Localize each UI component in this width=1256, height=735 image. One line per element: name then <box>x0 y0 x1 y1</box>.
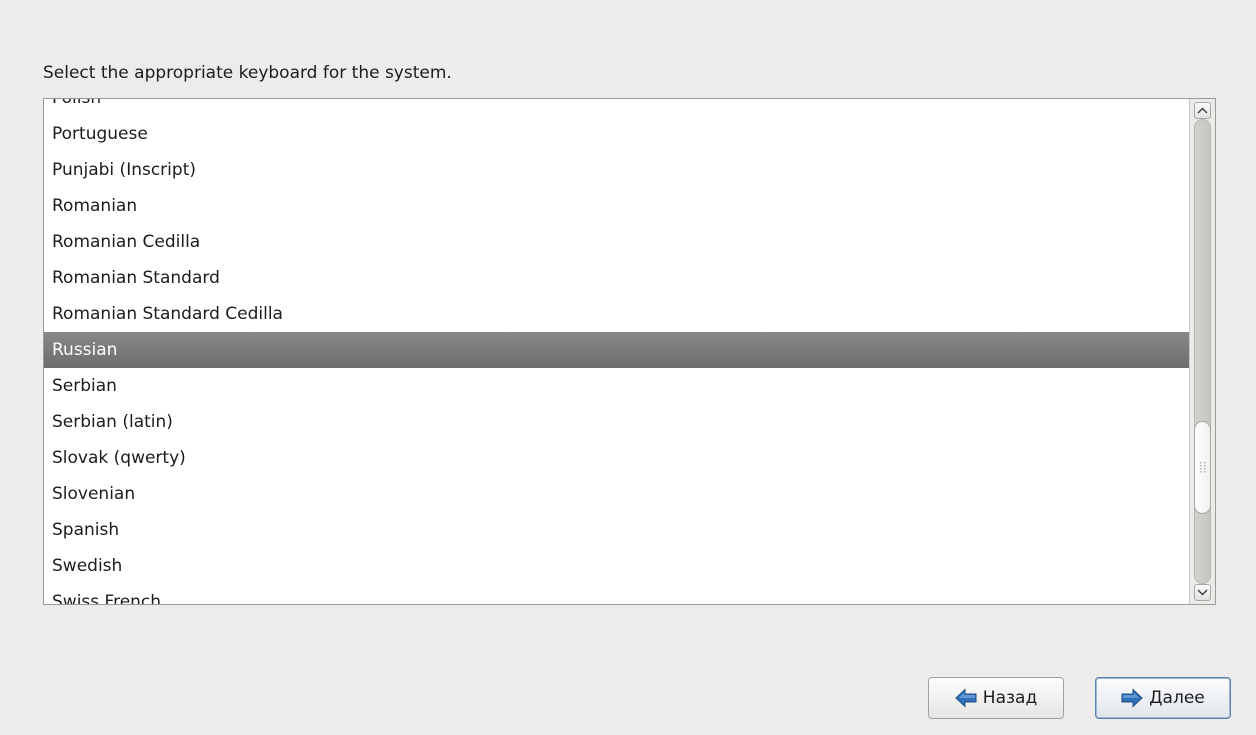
keyboard-prompt: Select the appropriate keyboard for the … <box>43 63 452 83</box>
back-button[interactable]: Назад <box>928 677 1064 719</box>
vertical-scrollbar[interactable] <box>1189 99 1215 604</box>
list-item[interactable]: Romanian Standard <box>44 260 1189 296</box>
back-button-label: Назад <box>982 688 1038 708</box>
keyboard-list-viewport: Polish Portuguese Punjabi (Inscript) Rom… <box>44 99 1189 604</box>
list-item[interactable]: Spanish <box>44 512 1189 548</box>
list-item[interactable]: Slovenian <box>44 476 1189 512</box>
list-item[interactable]: Romanian <box>44 188 1189 224</box>
list-item[interactable]: Polish <box>44 99 1189 116</box>
scrollbar-track[interactable] <box>1194 119 1211 584</box>
list-item[interactable]: Swiss French <box>44 584 1189 604</box>
keyboard-list[interactable]: Polish Portuguese Punjabi (Inscript) Rom… <box>43 98 1216 605</box>
scroll-down-button[interactable] <box>1194 584 1211 601</box>
arrow-right-icon <box>1121 688 1143 708</box>
list-item[interactable]: Romanian Cedilla <box>44 224 1189 260</box>
list-item[interactable]: Serbian (latin) <box>44 404 1189 440</box>
list-item[interactable]: Slovak (qwerty) <box>44 440 1189 476</box>
scroll-up-button[interactable] <box>1194 102 1211 119</box>
list-item[interactable]: Portuguese <box>44 116 1189 152</box>
keyboard-selection-screen: Select the appropriate keyboard for the … <box>0 0 1256 735</box>
list-item[interactable]: Serbian <box>44 368 1189 404</box>
list-item-selected[interactable]: Russian <box>44 332 1189 368</box>
list-item[interactable]: Punjabi (Inscript) <box>44 152 1189 188</box>
list-item[interactable]: Romanian Standard Cedilla <box>44 296 1189 332</box>
chevron-up-icon <box>1197 107 1208 114</box>
next-button-label: Далее <box>1149 688 1205 708</box>
keyboard-list-items: Polish Portuguese Punjabi (Inscript) Rom… <box>44 99 1189 604</box>
next-button[interactable]: Далее <box>1095 677 1231 719</box>
list-item[interactable]: Swedish <box>44 548 1189 584</box>
scrollbar-thumb[interactable] <box>1194 421 1211 514</box>
arrow-left-icon <box>955 688 977 708</box>
grip-icon <box>1200 462 1206 473</box>
chevron-down-icon <box>1197 589 1208 596</box>
